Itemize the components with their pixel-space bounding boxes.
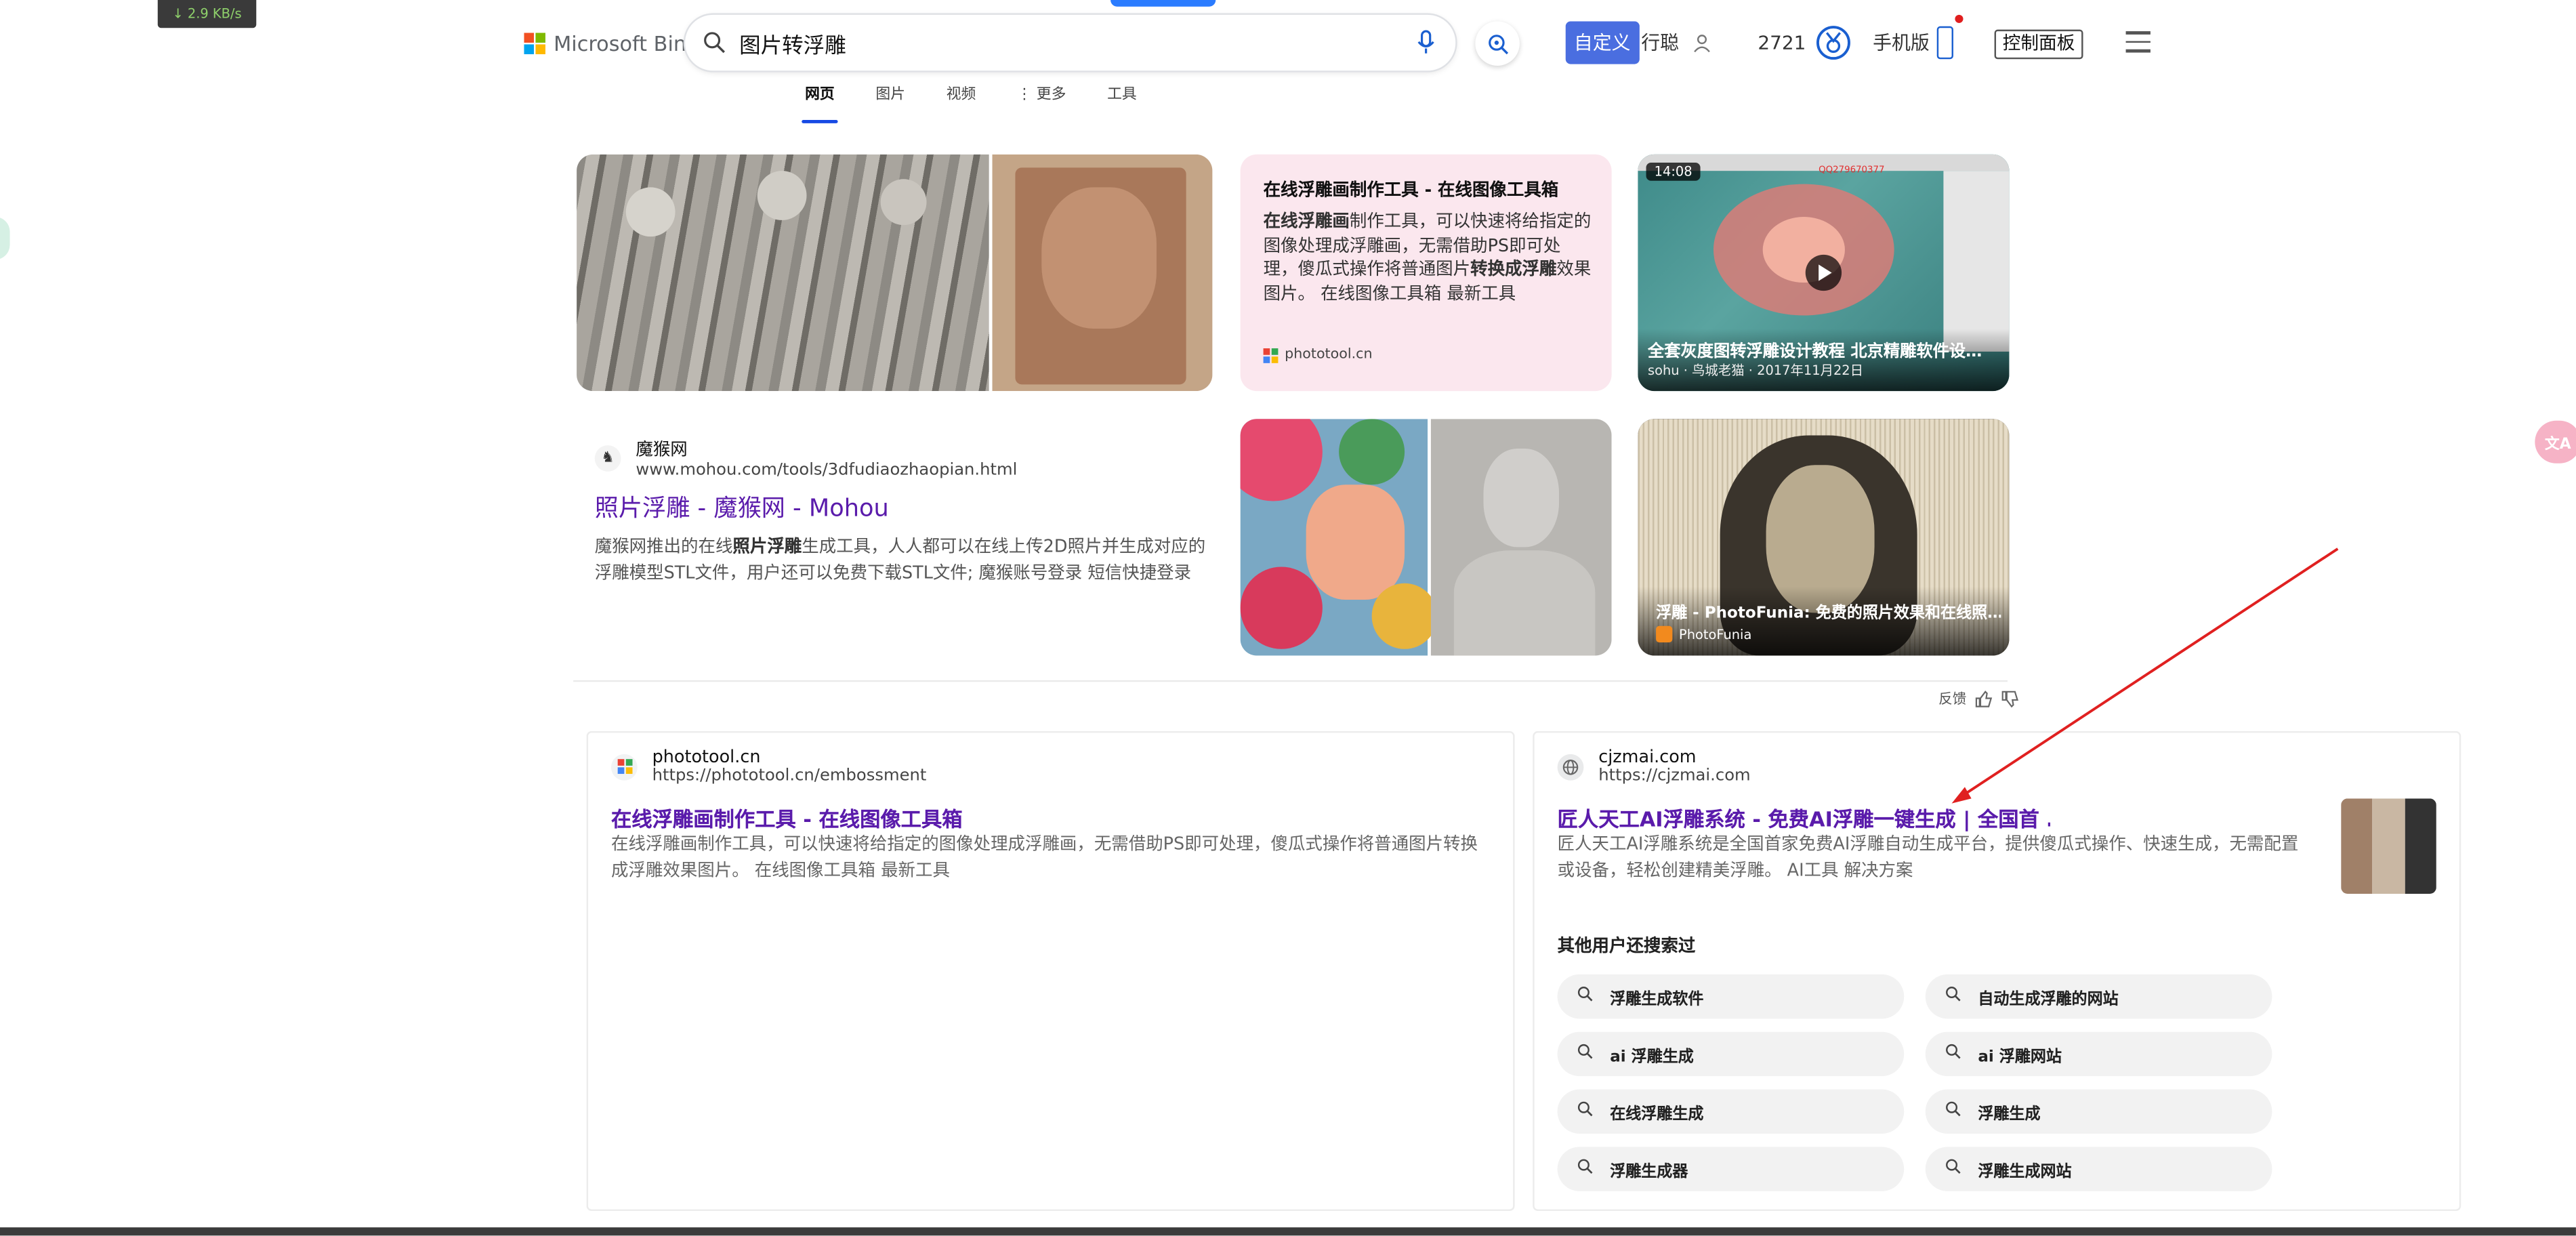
bottom-taskbar-edge (0, 1227, 2576, 1236)
page: ↓ 2.9 KB/s 文A Microsoft Bing 图片转浮雕 自定义 行… (0, 0, 2576, 1236)
annotation-arrow (1951, 548, 2339, 804)
